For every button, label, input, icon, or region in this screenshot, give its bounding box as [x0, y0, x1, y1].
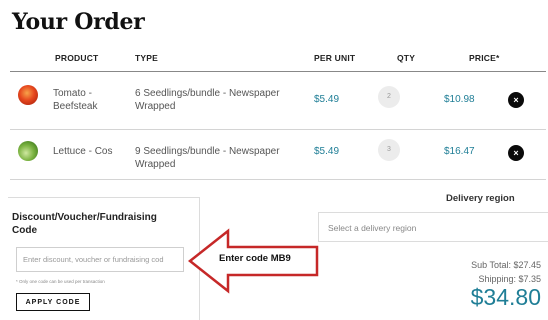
subtotal-text: Sub Total: $27.45 [471, 260, 541, 270]
column-header-price: PRICE* [469, 53, 500, 63]
discount-note: * Only one code can be used per transact… [16, 279, 105, 284]
per-unit-price: $5.49 [314, 146, 340, 157]
table-header: PRODUCT TYPE PER UNIT QTY PRICE* [10, 53, 546, 71]
quantity-stepper[interactable]: 3 [378, 139, 400, 161]
product-name: Tomato - Beefsteak [53, 88, 98, 112]
page-title: Your Order [12, 9, 145, 35]
annotation-label: Enter code MB9 [219, 253, 291, 264]
delivery-region-select[interactable]: Select a delivery region [318, 212, 548, 242]
order-total: $34.80 [470, 284, 541, 310]
product-type: 6 Seedlings/bundle - Newspaper Wrapped [135, 88, 280, 112]
discount-code-input[interactable]: Enter discount, voucher or fundraising c… [16, 247, 184, 272]
discount-title: Discount/Voucher/Fundraising Code [12, 212, 157, 236]
quantity-stepper[interactable]: 2 [378, 86, 400, 108]
column-header-qty: QTY [397, 53, 416, 63]
remove-item-icon[interactable]: × [508, 145, 524, 161]
per-unit-price: $5.49 [314, 94, 340, 105]
remove-item-icon[interactable]: × [508, 92, 524, 108]
column-header-product: PRODUCT [55, 53, 99, 63]
row-divider [10, 179, 546, 180]
apply-code-button[interactable]: APPLY CODE [16, 293, 90, 311]
product-name: Lettuce - Cos [53, 146, 113, 157]
shipping-text: Shipping: $7.35 [478, 274, 541, 284]
tomato-thumbnail [18, 85, 38, 105]
product-type: 9 Seedlings/bundle - Newspaper Wrapped [135, 146, 280, 170]
table-row: Tomato - Beefsteak 6 Seedlings/bundle - … [10, 72, 546, 130]
column-header-per-unit: PER UNIT [314, 53, 356, 63]
line-price: $16.47 [444, 146, 475, 157]
column-header-type: TYPE [135, 53, 159, 63]
lettuce-thumbnail [18, 141, 38, 161]
delivery-region-label: Delivery region [446, 193, 515, 204]
line-price: $10.98 [444, 94, 475, 105]
